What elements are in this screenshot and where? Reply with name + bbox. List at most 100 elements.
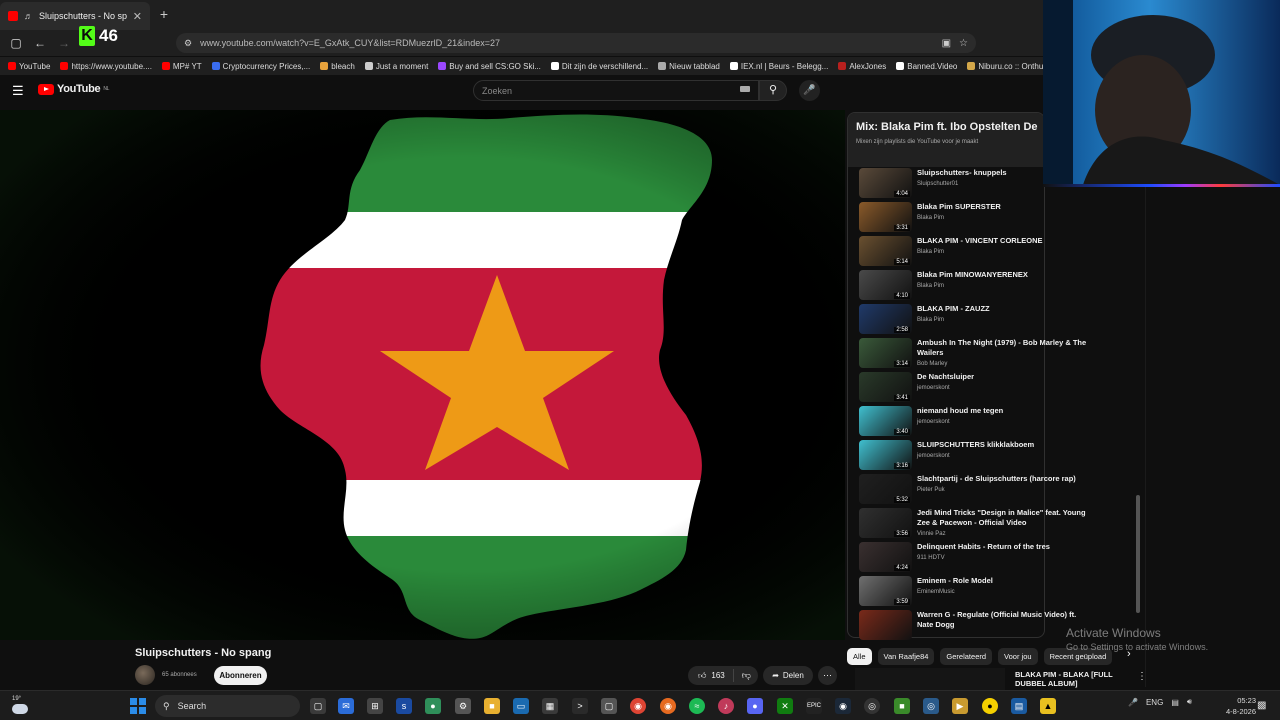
menu-icon[interactable]: ☰ [12,83,24,99]
epic-games-icon[interactable]: EPIC [806,698,822,714]
playlist-scrollbar[interactable] [1136,495,1140,613]
bookmark-item[interactable]: YouTube [8,62,50,71]
terminal-icon[interactable]: > [572,698,588,714]
playlist-item[interactable]: 3:16 SLUIPSCHUTTERS klikklakboem jemoersko… [859,440,1129,472]
bookmark-item[interactable]: https://www.youtube.... [60,62,152,71]
playlist-item[interactable]: 3:56 Jedi Mind Tricks "Design in Malice" … [859,508,1129,540]
outlook-icon[interactable]: ✉ [338,698,354,714]
app-icon-doc[interactable]: ▤ [1011,698,1027,714]
chrome-icon[interactable]: ◉ [630,698,646,714]
bookmark-item[interactable]: Cryptocurrency Prices,... [211,62,310,71]
sidebar-toggle-icon[interactable]: ▢ [8,35,24,51]
kick-badge[interactable]: K 46 [79,26,118,46]
remote-desktop-icon[interactable]: ▭ [513,698,529,714]
playlist-item[interactable]: 3:41 De Nachtsluiper jemoerskont [859,372,1129,404]
playlist-item[interactable]: 2:58 BLAKA PIM - ZAUZZ Blaka Pim [859,304,1129,336]
app-icon-green[interactable]: ■ [894,698,910,714]
volume-icon[interactable]: 🔊︎ [1187,697,1192,707]
bookmark-item[interactable]: Dit zijn de verschillend... [550,62,648,71]
playlist-thumbnail[interactable]: 4:24 [859,542,912,572]
playlist-item[interactable]: 5:32 Slachtpartij - de Sluipschutters (ha… [859,474,1129,506]
youtube-logo[interactable]: YouTube NL [38,83,109,95]
share-button[interactable]: ➦ Delen [763,666,813,685]
playlist-thumbnail[interactable]: 2:58 [859,304,912,334]
bookmark-item[interactable]: Buy and sell CS:GO Ski... [438,62,541,71]
playlist-thumbnail[interactable]: 4:10 [859,270,912,300]
filter-chip[interactable]: Voor jou [998,647,1038,665]
playlist-item[interactable]: 3:40 niemand houd me tegen jemoerskont [859,406,1129,438]
playlist-thumbnail[interactable]: 3:16 [859,440,912,470]
bookmark-item[interactable]: Niburu.co :: Onthulle [967,62,1045,71]
task-view-icon[interactable]: ▢ [310,698,326,714]
video-player[interactable] [0,110,845,640]
playlist-thumbnail[interactable]: 5:32 [859,474,912,504]
playlist-thumbnail[interactable]: 3:41 [859,372,912,402]
xbox-icon[interactable]: ✕ [777,698,793,714]
taskbar-search[interactable]: ⚲ Search [155,695,300,717]
search-button[interactable]: ⚲ [759,80,787,101]
address-bar[interactable]: ⚙ www.youtube.com/watch?v=E_GxAtk_CUY&li… [176,33,976,53]
new-tab-icon[interactable]: + [156,6,172,22]
playlist-item[interactable]: 3:14 Ambush In The Night (1979) - Bob Mar… [859,338,1129,370]
recommendation-thumbnail[interactable] [855,668,1005,690]
app-icon-gray[interactable]: ▢ [601,698,617,714]
playlist-item[interactable]: 5:14 BLAKA PIM - VINCENT CORLEONE Blaka Pi… [859,236,1129,268]
playlist-thumbnail[interactable]: 3:59 [859,576,912,606]
close-tab-icon[interactable]: ✕ [133,10,142,23]
playlist-thumbnail[interactable]: 3:31 [859,202,912,232]
playlist-thumbnail[interactable]: 3:56 [859,508,912,538]
settings-gear-icon[interactable]: ⚙ [455,698,471,714]
store-icon[interactable]: ▦ [542,698,558,714]
bookmark-item[interactable]: AlexJones [838,62,886,71]
language-indicator[interactable]: ENG [1146,698,1163,707]
windows-start-icon[interactable] [130,698,146,714]
firefox-icon[interactable]: ◉ [660,698,676,714]
more-actions-icon[interactable]: ⋯ [818,666,837,685]
calculator-icon[interactable]: ⊞ [367,698,383,714]
app-icon-circle[interactable]: ◎ [864,698,880,714]
app-icon-yellow[interactable]: ▲ [1040,698,1056,714]
notification-icon[interactable]: ▩ [1257,700,1266,711]
microphone-icon[interactable]: 🎤 [799,80,820,101]
search-input[interactable]: Zoeken [473,80,759,101]
app-icon-gold[interactable]: ▶ [952,698,968,714]
playlist-thumbnail[interactable]: 3:40 [859,406,912,436]
network-icon[interactable]: ▤ [1171,698,1179,707]
app-icon-globe[interactable]: ◎ [923,698,939,714]
bookmark-star-icon[interactable]: ☆ [959,38,968,49]
microphone-tray-icon[interactable]: 🎤 [1128,698,1138,707]
steam-icon[interactable]: ◉ [835,698,851,714]
clock[interactable]: 05:23 4-8-2026 [1226,695,1256,717]
keyboard-icon[interactable] [740,86,750,92]
recommendation-item[interactable]: BLAKA PIM - BLAKA [FULL DUBBEL ALBUM] ⋮ [855,668,1147,690]
picture-in-picture-icon[interactable]: ▣ [942,38,951,49]
site-info-icon[interactable]: ⚙ [184,38,192,49]
bookmark-item[interactable]: Just a moment [364,62,428,71]
playlist-thumbnail[interactable] [859,610,912,640]
music-app-icon[interactable]: ♪ [718,698,734,714]
discord-icon[interactable]: ● [747,698,763,714]
file-explorer-icon[interactable]: ■ [484,698,500,714]
playlist-item[interactable]: 4:24 Delinquent Habits - Return of the tr… [859,542,1129,574]
playlist-thumbnail[interactable]: 4:04 [859,168,912,198]
filter-chip[interactable]: Alle [847,647,872,665]
browser-tab[interactable]: ♬ Sluipschutters - No spang ✕ [0,2,150,30]
bookmark-item[interactable]: bleach [320,62,355,71]
subscribe-button[interactable]: Abonneren [214,666,267,685]
playlist-item[interactable]: 3:59 Eminem - Role Model EminemMusic [859,576,1129,608]
speaker-icon[interactable]: ♬ [24,11,33,21]
snapchat-icon[interactable]: ● [982,698,998,714]
bookmark-item[interactable]: Nieuw tabblad [658,62,720,71]
playlist-thumbnail[interactable]: 5:14 [859,236,912,266]
spotify-icon[interactable]: ≈ [689,698,705,714]
forward-arrow-icon[interactable]: → [56,35,72,51]
bookmark-item[interactable]: Banned.Video [896,62,957,71]
filter-chip[interactable]: Gerelateerd [940,647,993,665]
back-arrow-icon[interactable]: ← [32,35,48,51]
teams-icon[interactable]: ● [425,698,441,714]
playlist-thumbnail[interactable]: 3:14 [859,338,912,368]
playlist-item[interactable]: 4:10 Blaka Pim MINOWANYERENEX Blaka Pim [859,270,1129,302]
filter-chip[interactable]: Van Raafje84 [877,647,935,665]
playlist-item[interactable]: 3:31 Blaka Pim SUPERSTER Blaka Pim [859,202,1129,234]
channel-avatar[interactable] [135,665,155,685]
